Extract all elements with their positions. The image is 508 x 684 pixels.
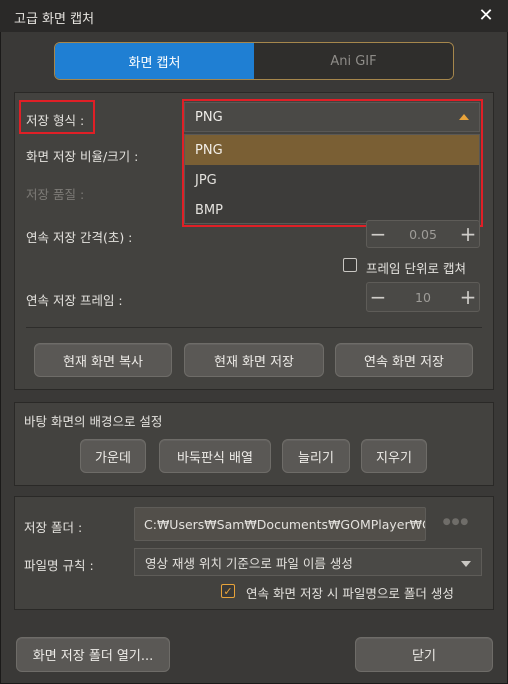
minus-icon[interactable]: − bbox=[367, 283, 389, 311]
wallpaper-tile-button[interactable]: 바둑판식 배열 bbox=[159, 439, 271, 473]
plus-icon[interactable]: + bbox=[457, 283, 479, 311]
plus-icon[interactable]: + bbox=[457, 221, 479, 247]
save-folder-path[interactable]: C:₩Users₩Sam₩Documents₩GOMPlayer₩Capture bbox=[134, 507, 426, 541]
format-option-jpg[interactable]: JPG bbox=[185, 165, 479, 195]
format-selected-value: PNG bbox=[195, 109, 223, 125]
format-label: 저장 형식 : bbox=[26, 113, 85, 128]
divider bbox=[26, 327, 482, 328]
chevron-down-icon bbox=[461, 561, 471, 567]
frame-unit-label: 프레임 단위로 캡쳐 bbox=[366, 261, 466, 276]
folder-option-checkbox[interactable]: ✓ bbox=[221, 584, 235, 598]
frames-label: 연속 저장 프레임 : bbox=[26, 293, 123, 308]
folder-option-label: 연속 화면 저장 시 파일명으로 폴더 생성 bbox=[246, 586, 454, 601]
continuous-save-button[interactable]: 연속 화면 저장 bbox=[335, 343, 473, 377]
tab-ani-gif[interactable]: Ani GIF bbox=[254, 43, 453, 79]
ellipsis-icon[interactable]: ●●● bbox=[438, 517, 474, 531]
wallpaper-clear-button[interactable]: 지우기 bbox=[361, 439, 427, 473]
quality-label: 저장 품질 : bbox=[26, 187, 85, 202]
frame-unit-checkbox[interactable] bbox=[343, 258, 357, 272]
close-icon[interactable]: ✕ bbox=[476, 6, 496, 26]
filename-rule-value: 영상 재생 위치 기준으로 파일 이름 생성 bbox=[145, 555, 353, 571]
save-folder-label: 저장 폴더 : bbox=[24, 520, 83, 535]
format-select[interactable]: PNG bbox=[184, 102, 480, 132]
wallpaper-heading: 바탕 화면의 배경으로 설정 bbox=[24, 414, 163, 429]
filename-rule-select[interactable]: 영상 재생 위치 기준으로 파일 이름 생성 bbox=[134, 548, 482, 576]
frames-stepper: − 10 + bbox=[366, 282, 480, 312]
wallpaper-stretch-button[interactable]: 늘리기 bbox=[282, 439, 350, 473]
wallpaper-center-button[interactable]: 가운데 bbox=[80, 439, 146, 473]
open-folder-button[interactable]: 화면 저장 폴더 열기... bbox=[16, 637, 170, 672]
caret-up-icon bbox=[459, 114, 469, 120]
close-button[interactable]: 닫기 bbox=[355, 637, 493, 672]
minus-icon[interactable]: − bbox=[367, 221, 389, 247]
interval-value[interactable]: 0.05 bbox=[389, 227, 457, 242]
save-screen-button[interactable]: 현재 화면 저장 bbox=[184, 343, 324, 377]
tab-screen-capture[interactable]: 화면 캡처 bbox=[55, 43, 254, 79]
frames-value[interactable]: 10 bbox=[389, 290, 457, 305]
interval-label: 연속 저장 간격(초) : bbox=[26, 230, 133, 245]
copy-screen-button[interactable]: 현재 화면 복사 bbox=[34, 343, 172, 377]
format-options-list: PNG JPG BMP bbox=[184, 134, 480, 224]
filename-rule-label: 파일명 규칙 : bbox=[24, 558, 94, 573]
window-title: 고급 화면 캡처 bbox=[14, 12, 95, 27]
mode-tabs: 화면 캡처 Ani GIF bbox=[54, 42, 454, 80]
format-option-png[interactable]: PNG bbox=[185, 135, 479, 165]
ratio-label: 화면 저장 비율/크기 : bbox=[26, 149, 139, 164]
interval-stepper: − 0.05 + bbox=[366, 220, 480, 248]
